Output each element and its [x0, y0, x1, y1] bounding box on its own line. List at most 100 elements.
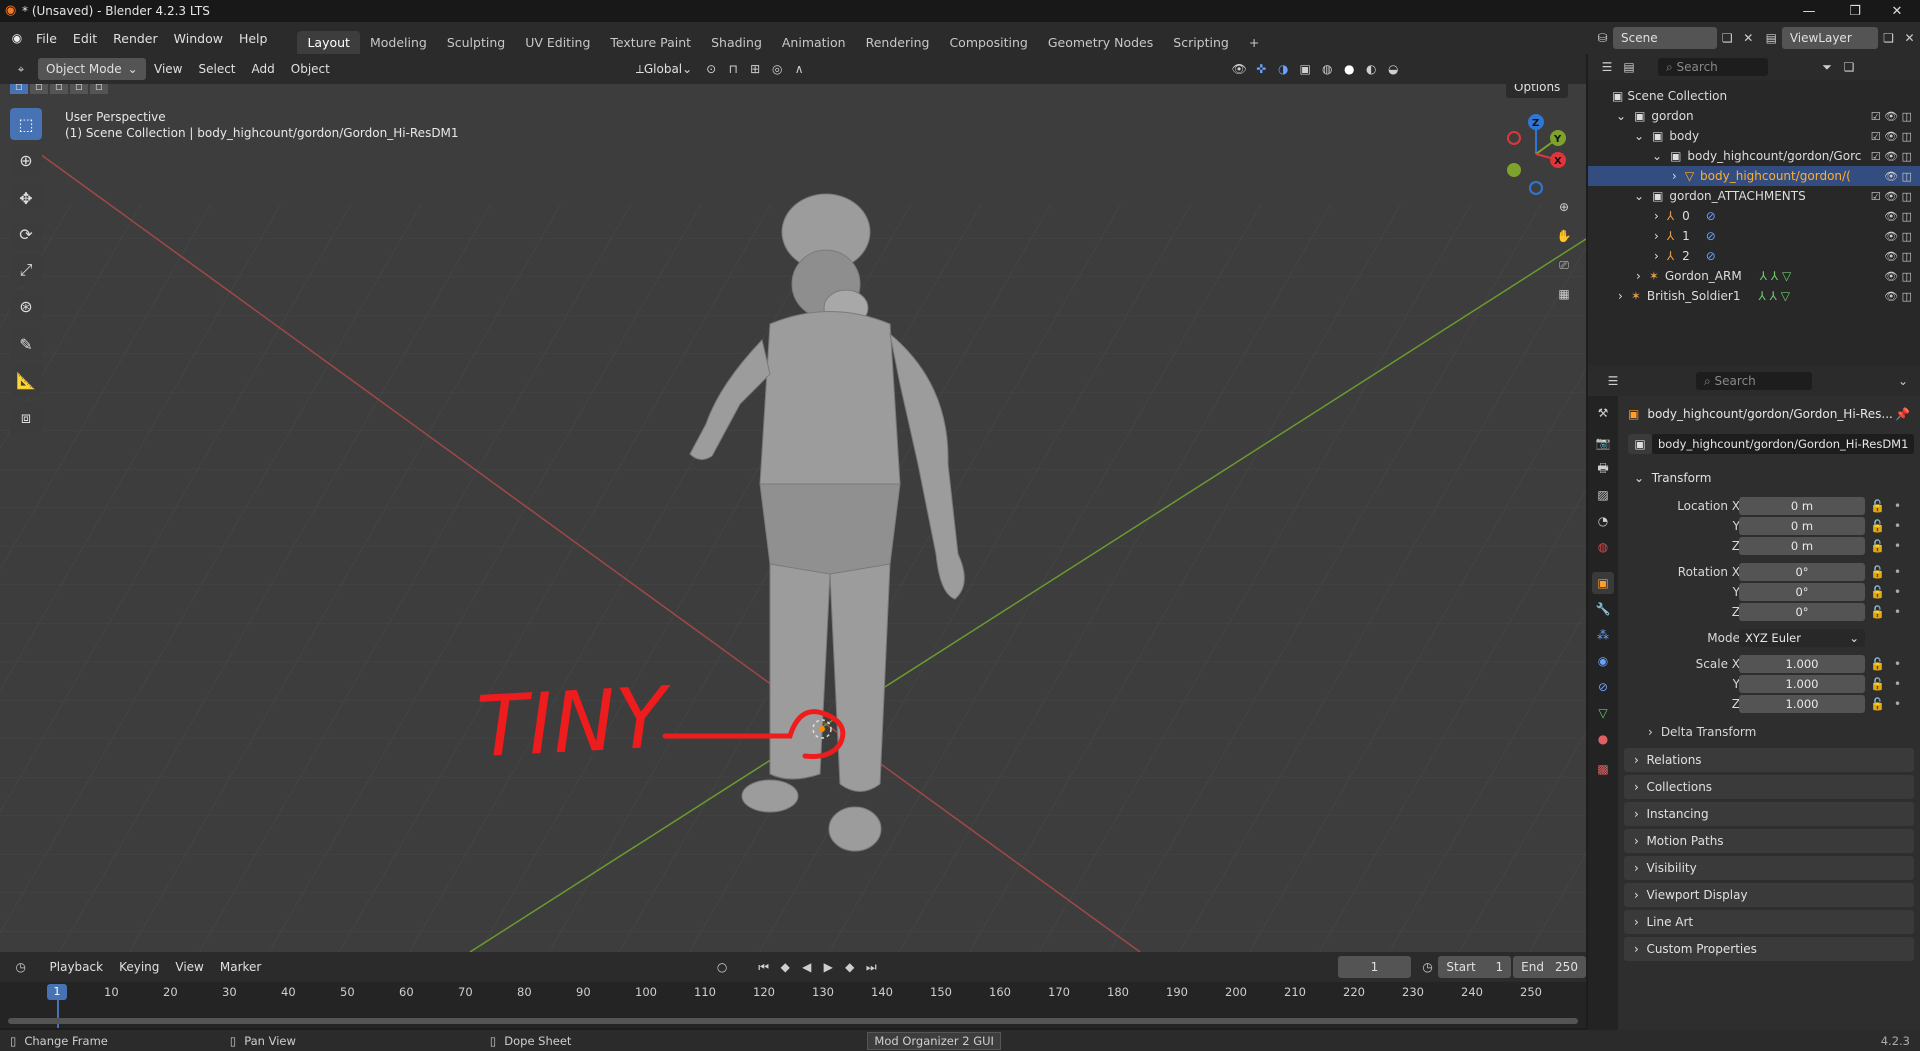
section-custom-properties[interactable]: › Custom Properties: [1624, 937, 1914, 961]
select-extend-icon[interactable]: ▫: [30, 84, 48, 94]
menu-file[interactable]: File: [28, 31, 65, 46]
play-icon[interactable]: ▶: [817, 956, 839, 978]
xray-icon[interactable]: ▣: [1294, 58, 1316, 80]
menu-edit[interactable]: Edit: [65, 31, 105, 46]
annotate-tool-icon[interactable]: ✎: [10, 328, 42, 360]
rotation-z-field[interactable]: 0°: [1739, 603, 1865, 621]
next-keyframe-icon[interactable]: ◆: [839, 956, 861, 978]
view-layer-icon[interactable]: ▤: [1761, 27, 1782, 49]
data-tab-icon[interactable]: ▽: [1592, 702, 1614, 724]
menu-view[interactable]: View: [146, 58, 190, 80]
outliner-row-british-soldier[interactable]: › ✶ British_Soldier1 ⅄ ⅄ ▽ 👁 ◫: [1588, 286, 1920, 306]
scale-z-field[interactable]: 1.000: [1739, 695, 1865, 713]
new-view-layer-icon[interactable]: ❏: [1878, 27, 1899, 49]
pivot-point-icon[interactable]: ⊙: [700, 58, 722, 80]
menu-select[interactable]: Select: [190, 58, 243, 80]
chevron-down-icon[interactable]: ⌄: [1892, 370, 1914, 392]
tab-texture-paint[interactable]: Texture Paint: [600, 31, 701, 54]
prev-keyframe-icon[interactable]: ◆: [774, 956, 796, 978]
particles-tab-icon[interactable]: ⁂: [1592, 624, 1614, 646]
pin-icon[interactable]: 📌: [1895, 407, 1910, 421]
view-layer-selector[interactable]: ViewLayer: [1781, 27, 1878, 49]
menu-timeline-view[interactable]: View: [167, 956, 211, 978]
row-toggles[interactable]: ☑ 👁 ◫: [1871, 150, 1912, 163]
object-tab-icon[interactable]: ▣: [1592, 572, 1614, 594]
scale-y-field[interactable]: 1.000: [1739, 675, 1865, 693]
lock-icon[interactable]: 🔓: [1870, 677, 1885, 691]
lock-icon[interactable]: 🔓: [1870, 565, 1885, 579]
tab-shading[interactable]: Shading: [701, 31, 772, 54]
location-z-field[interactable]: 0 m: [1739, 537, 1865, 555]
rotation-x-field[interactable]: 0°: [1739, 563, 1865, 581]
tab-sculpting[interactable]: Sculpting: [437, 31, 515, 54]
keyframe-dot-icon[interactable]: •: [1894, 677, 1901, 691]
chevron-right-icon[interactable]: ›: [1618, 289, 1623, 303]
keyframe-dot-icon[interactable]: •: [1894, 565, 1901, 579]
texture-tab-icon[interactable]: ▩: [1592, 758, 1614, 780]
gizmo-toggle-icon[interactable]: ✜: [1250, 58, 1272, 80]
navigation-gizmo[interactable]: Z Y X: [1496, 114, 1586, 204]
lock-icon[interactable]: 🔓: [1870, 605, 1885, 619]
snap-icon[interactable]: ⊓: [722, 58, 744, 80]
timeline-ruler[interactable]: 10 20 30 40 50 60 70 80 90 100 110 120 130 140 150 160 1…: [0, 982, 1586, 1002]
rotation-y-field[interactable]: 0°: [1739, 583, 1865, 601]
editor-type-icon[interactable]: ⌖: [10, 58, 32, 80]
rotate-tool-icon[interactable]: ⟳: [10, 218, 42, 250]
lock-icon[interactable]: 🔓: [1870, 697, 1885, 711]
select-box-tool-icon[interactable]: ⬚: [10, 108, 42, 140]
delete-view-layer-icon[interactable]: ✕: [1899, 27, 1920, 49]
outliner-search-input[interactable]: ⌕ Search: [1658, 58, 1768, 76]
section-visibility[interactable]: › Visibility: [1624, 856, 1914, 880]
output-tab-icon[interactable]: 🖶: [1592, 458, 1614, 480]
chevron-down-icon[interactable]: ⌄: [1634, 129, 1644, 143]
scene-selector[interactable]: Scene: [1613, 27, 1717, 49]
section-instancing[interactable]: › Instancing: [1624, 802, 1914, 826]
outliner-row-body[interactable]: ⌄ ▣ body ☑ 👁 ◫: [1588, 126, 1920, 146]
options-button[interactable]: Options: [1506, 84, 1569, 98]
rotation-mode-select[interactable]: XYZ Euler ⌄: [1739, 629, 1865, 647]
minimize-button[interactable]: —: [1786, 0, 1832, 22]
transform-section-header[interactable]: ⌄ Transform: [1624, 466, 1914, 490]
select-invert-icon[interactable]: ▫: [70, 84, 88, 94]
menu-keying[interactable]: Keying: [111, 956, 167, 978]
menu-playback[interactable]: Playback: [42, 956, 112, 978]
new-scene-icon[interactable]: ❏: [1717, 27, 1738, 49]
display-mode-icon[interactable]: ▤: [1618, 56, 1640, 78]
outliner-row-body-highcount-collection[interactable]: ⌄ ▣ body_highcount/gordon/Gorc ☑ 👁 ◫: [1588, 146, 1920, 166]
menu-render[interactable]: Render: [105, 31, 166, 46]
row-toggles[interactable]: 👁 ◫: [1884, 270, 1912, 283]
visibility-icon[interactable]: 👁: [1228, 58, 1250, 80]
delta-transform-subpanel[interactable]: › Delta Transform: [1618, 722, 1920, 742]
menu-window[interactable]: Window: [166, 31, 231, 46]
physics-tab-icon[interactable]: ◉: [1592, 650, 1614, 672]
menu-add[interactable]: Add: [244, 58, 283, 80]
add-workspace-button[interactable]: +: [1239, 31, 1269, 54]
outliner-row-gordon[interactable]: ⌄ ▣ gordon ☑ 👁 ◫: [1588, 106, 1920, 126]
timeline-scrollbar[interactable]: [8, 1018, 1578, 1024]
row-toggles[interactable]: 👁 ◫: [1884, 170, 1912, 183]
outliner-row-gordon-arm[interactable]: › ✶ Gordon_ARM ⅄ ⅄ ▽ 👁 ◫: [1588, 266, 1920, 286]
object-name-field[interactable]: body_highcount/gordon/Gordon_Hi-ResDM1: [1652, 434, 1914, 454]
tab-compositing[interactable]: Compositing: [939, 31, 1037, 54]
chevron-right-icon[interactable]: ›: [1654, 209, 1659, 223]
row-toggles[interactable]: 👁 ◫: [1884, 210, 1912, 223]
constraints-tab-icon[interactable]: ⊘: [1592, 676, 1614, 698]
proportional-edit-icon[interactable]: ◎: [766, 58, 788, 80]
blender-menu-icon[interactable]: ◉: [6, 27, 28, 49]
keyframe-dot-icon[interactable]: •: [1894, 585, 1901, 599]
location-x-field[interactable]: 0 m: [1739, 497, 1865, 515]
keyframe-dot-icon[interactable]: •: [1894, 697, 1901, 711]
timeline-editor-icon[interactable]: ◷: [10, 956, 32, 978]
end-frame-field[interactable]: End 250: [1513, 956, 1586, 978]
tool-tab-icon[interactable]: ⚒: [1592, 402, 1614, 424]
cursor-tool-icon[interactable]: ⊕: [10, 144, 42, 176]
zoom-icon[interactable]: ⊕: [1553, 196, 1575, 218]
tab-animation[interactable]: Animation: [772, 31, 856, 54]
outliner-row-gordon-attachments[interactable]: ⌄ ▣ gordon_ATTACHMENTS ☑ 👁 ◫: [1588, 186, 1920, 206]
tab-rendering[interactable]: Rendering: [856, 31, 940, 54]
properties-search-input[interactable]: ⌕ Search: [1696, 372, 1812, 390]
row-toggles[interactable]: ☑ 👁 ◫: [1871, 190, 1912, 203]
lock-icon[interactable]: 🔓: [1870, 519, 1885, 533]
view-layer-tab-icon[interactable]: ▨: [1592, 484, 1614, 506]
outliner-editor-icon[interactable]: ☰: [1596, 56, 1618, 78]
